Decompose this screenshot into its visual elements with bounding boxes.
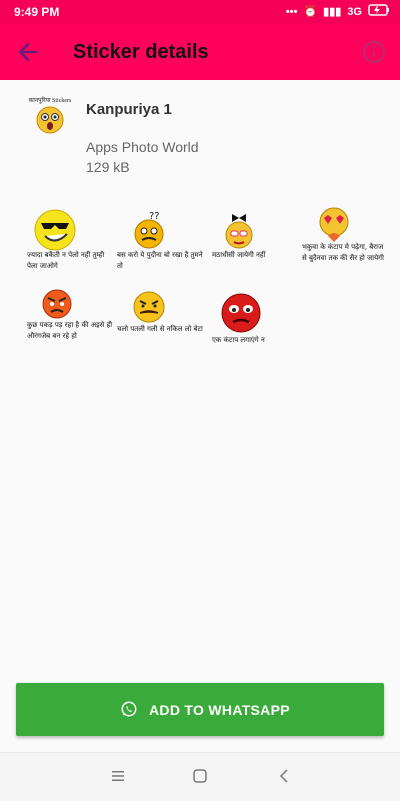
sticker-4[interactable]: भकुवा के कंटाप मे पढ़ेगा, बैराज से बुदैन… [302, 206, 388, 286]
add-to-whatsapp-label: ADD TO WHATSAPP [149, 702, 290, 718]
app-bar: Sticker details [0, 24, 400, 80]
sticker-5[interactable]: कुछ पकड़ पड़ रहा है की अइसे ही औरंगजेब ब… [27, 288, 113, 368]
network-type: 3G [347, 5, 362, 18]
red-angry-emoji-icon [221, 293, 261, 333]
cool-emoji-icon [34, 209, 76, 251]
pack-name: Kanpuriya 1 [86, 101, 172, 118]
pack-size: 129 kB [86, 159, 130, 175]
sim-signal-icon: ▮▮▮ [323, 6, 342, 18]
sticker-2[interactable]: ?? बस करो ये पुदीना बो रखा है तुमने तो [117, 208, 203, 288]
sticker-1[interactable]: ज्यादा बकैती न पेलो नहीं तुम्ही पेला जाओ… [27, 208, 113, 288]
sticker-caption: ज्यादा बकैती न पेलो नहीं तुम्ही पेला जाओ… [27, 251, 105, 270]
sticker-caption: चलो पतली गली से नकिल लो बेटा [117, 325, 203, 333]
mustache-emoji-icon [133, 291, 165, 323]
sticker-3[interactable]: मठाधीसी जायेगी नहीं [212, 208, 298, 288]
page-title: Sticker details [73, 41, 209, 63]
surprised-emoji-icon [36, 106, 64, 134]
sticker-caption: कुछ पकड़ पड़ रहा है की अइसे ही औरंगजेब ब… [27, 321, 113, 340]
system-nav-bar [0, 752, 400, 801]
sticker-caption: एक कंटाप लगाएंगे न [212, 336, 265, 344]
sticker-7[interactable]: एक कंटाप लगाएंगे न [212, 292, 298, 372]
status-icons: ••• ⏰ ▮▮▮ 3G [286, 4, 390, 19]
status-time: 9:49 PM [14, 5, 60, 19]
heart-eyes-emoji-icon [319, 207, 349, 242]
battery-icon [368, 4, 390, 19]
arrow-back-icon[interactable] [14, 38, 42, 66]
menu-icon[interactable] [110, 768, 126, 784]
sticker-caption: भकुवा के कंटाप मे पढ़ेगा, बैराज से बुदैन… [302, 243, 384, 262]
back-icon[interactable] [276, 768, 292, 784]
pack-publisher: Apps Photo World [86, 139, 199, 155]
add-to-whatsapp-button[interactable]: ADD TO WHATSAPP [16, 683, 384, 736]
sticker-caption: मठाधीसी जायेगी नहीं [212, 251, 266, 259]
pack-tray-icon: कानपुरिया Stickers [28, 96, 72, 140]
bow-girl-emoji-icon [225, 214, 253, 249]
confused-emoji-icon: ?? [134, 211, 164, 249]
sticker-caption: बस करो ये पुदीना बो रखा है तुमने तो [117, 251, 203, 270]
signal-dots-icon: ••• [285, 5, 298, 18]
home-icon[interactable] [193, 769, 207, 783]
alarm-icon: ⏰ [303, 6, 318, 18]
whatsapp-icon [121, 701, 137, 717]
pack-icon-caption: कानपुरिया Stickers [28, 98, 72, 104]
angry-emoji-icon [42, 289, 72, 319]
sticker-6[interactable]: चलो पतली गली से नकिल लो बेटा [117, 290, 203, 370]
info-icon[interactable] [362, 40, 386, 64]
status-bar: 9:49 PM ••• ⏰ ▮▮▮ 3G [0, 0, 400, 24]
